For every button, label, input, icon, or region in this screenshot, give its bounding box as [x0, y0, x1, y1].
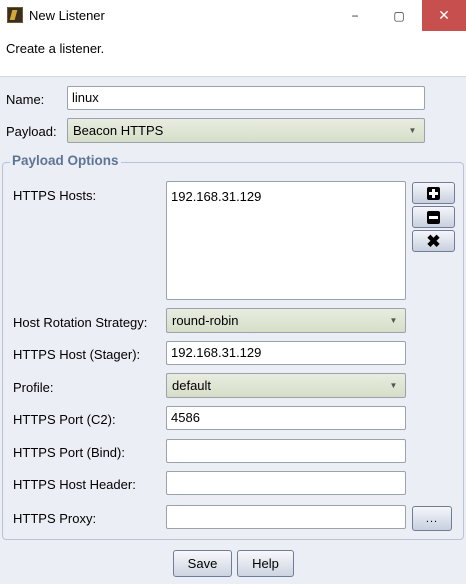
port-bind-input[interactable]: [166, 439, 406, 463]
profile-value: default: [172, 378, 212, 393]
chevron-down-icon: ▼: [389, 381, 398, 390]
remove-host-button[interactable]: [412, 206, 455, 228]
payload-label: Payload:: [6, 124, 57, 139]
maximize-button[interactable]: ▢: [377, 0, 421, 31]
port-c2-input[interactable]: 4586: [166, 406, 406, 430]
payload-select-value: Beacon HTTPS: [73, 123, 164, 138]
host-header-input[interactable]: [166, 471, 406, 495]
name-input[interactable]: linux: [67, 86, 425, 110]
https-hosts-label: HTTPS Hosts:: [13, 188, 97, 203]
close-button[interactable]: ✕: [422, 0, 466, 31]
profile-select[interactable]: default ▼: [166, 373, 406, 398]
host-header-label: HTTPS Host Header:: [13, 477, 136, 492]
proxy-browse-button[interactable]: ...: [412, 506, 452, 531]
profile-label: Profile:: [13, 380, 54, 395]
window-title: New Listener: [29, 8, 105, 23]
stager-input[interactable]: 192.168.31.129: [166, 341, 406, 365]
proxy-input[interactable]: [166, 505, 406, 529]
add-host-button[interactable]: [412, 182, 455, 204]
port-c2-label: HTTPS Port (C2):: [13, 412, 116, 427]
help-button[interactable]: Help: [237, 550, 294, 577]
stager-label: HTTPS Host (Stager):: [13, 347, 141, 362]
proxy-label: HTTPS Proxy:: [13, 511, 97, 526]
port-bind-label: HTTPS Port (Bind):: [13, 445, 125, 460]
description-text: Create a listener.: [6, 41, 105, 56]
title-bar: New Listener − ▢ ✕: [0, 0, 466, 31]
save-button[interactable]: Save: [173, 550, 232, 577]
host-rotation-value: round-robin: [172, 313, 239, 328]
payload-select[interactable]: Beacon HTTPS ▼: [67, 118, 425, 143]
chevron-down-icon: ▼: [389, 316, 398, 325]
clear-hosts-button[interactable]: ✖: [412, 230, 455, 252]
https-hosts-list[interactable]: 192.168.31.129: [166, 181, 406, 300]
list-item[interactable]: 192.168.31.129: [171, 189, 261, 204]
app-icon: [7, 7, 23, 23]
host-rotation-label: Host Rotation Strategy:: [13, 315, 148, 330]
minus-square-icon: [427, 210, 440, 224]
description-panel: Create a listener.: [0, 31, 466, 77]
x-icon: ✖: [426, 231, 441, 251]
chevron-down-icon: ▼: [408, 126, 417, 135]
name-label: Name:: [6, 92, 45, 107]
minimize-button[interactable]: −: [333, 0, 377, 31]
host-rotation-select[interactable]: round-robin ▼: [166, 308, 406, 333]
payload-options-title: Payload Options: [10, 153, 121, 168]
plus-square-icon: [427, 186, 440, 200]
